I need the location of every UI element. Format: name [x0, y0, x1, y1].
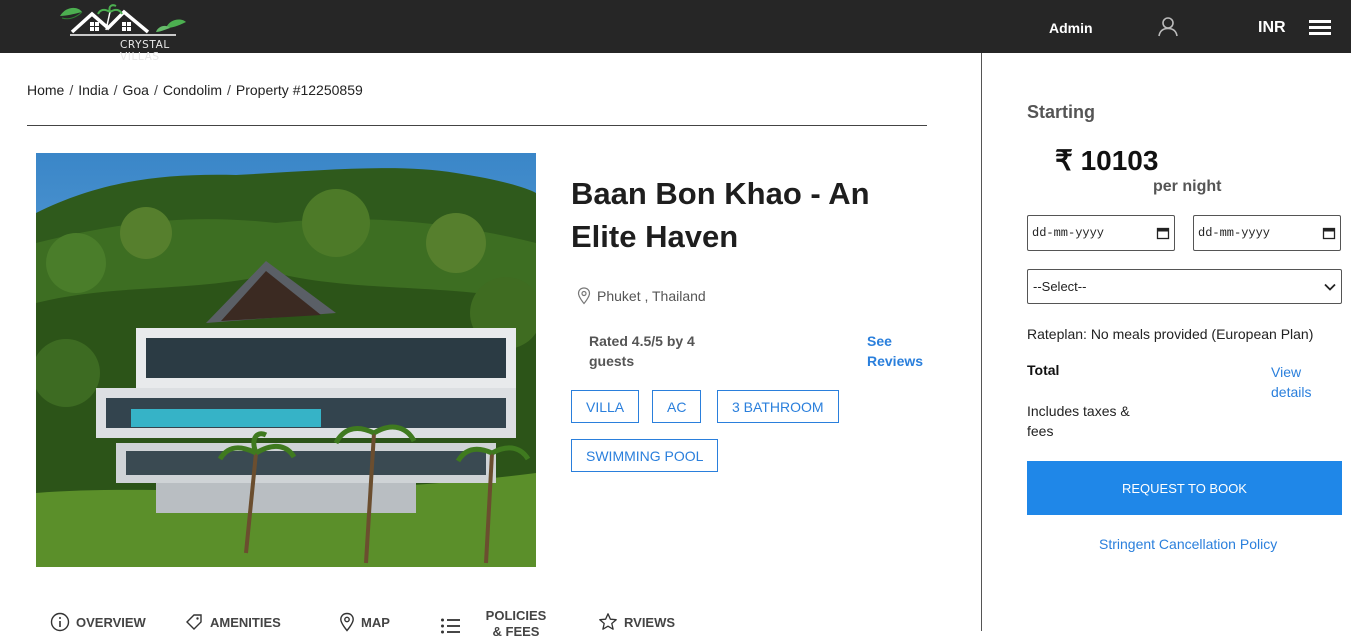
tab-label: MAP	[361, 614, 390, 630]
map-pin-icon	[577, 287, 591, 305]
breadcrumb-property: Property #12250859	[235, 82, 363, 98]
starting-label: Starting	[1027, 102, 1096, 122]
breadcrumb-state[interactable]: Goa	[123, 82, 149, 98]
tag-icon	[186, 614, 202, 630]
logo-text: CRYSTAL VILLAS	[120, 39, 170, 63]
admin-link[interactable]: Admin	[1049, 20, 1093, 36]
logo[interactable]: CRYSTAL VILLAS	[58, 2, 190, 63]
see-reviews-link[interactable]: See Reviews	[867, 331, 927, 371]
list-icon	[441, 618, 460, 634]
divider	[27, 125, 927, 126]
tag-ac: AC	[652, 390, 702, 423]
calendar-icon[interactable]	[1322, 226, 1336, 240]
sidebar-divider	[981, 53, 982, 631]
total-label: Total	[1027, 362, 1060, 378]
tab-amenities[interactable]: AMENITIES	[184, 612, 281, 632]
currency-selector[interactable]: INR	[1258, 19, 1286, 37]
breadcrumb-city[interactable]: Condolim	[163, 82, 222, 98]
star-icon	[599, 613, 617, 630]
breadcrumb-country[interactable]: India	[78, 82, 108, 98]
property-photo[interactable]	[36, 153, 536, 567]
cancellation-policy-link[interactable]: Stringent Cancellation Policy	[1099, 536, 1277, 552]
breadcrumb-separator: /	[113, 82, 118, 98]
rateplan-text: Rateplan: No meals provided (European Pl…	[1027, 326, 1314, 342]
top-header: CRYSTAL VILLAS Admin INR	[0, 0, 1351, 63]
tab-label: AMENITIES	[210, 614, 281, 630]
tab-policies[interactable]: POLICIES & FEES	[440, 608, 552, 640]
hamburger-menu-icon[interactable]	[1309, 20, 1331, 36]
tag-villa: VILLA	[571, 390, 640, 423]
tab-label: RVIEWS	[624, 614, 676, 630]
breadcrumb-separator: /	[153, 82, 158, 98]
breadcrumb-separator: /	[69, 82, 74, 98]
rating-text: Rated 4.5/5 by 4 guests	[589, 333, 695, 369]
location-text: Phuket , Thailand	[597, 288, 706, 304]
guest-select[interactable]: --Select--	[1027, 269, 1342, 304]
breadcrumb-home[interactable]: Home	[27, 82, 64, 98]
checkout-placeholder: dd-mm-yyyy	[1198, 226, 1271, 240]
chevron-down-icon	[1324, 283, 1336, 291]
request-to-book-button[interactable]: REQUEST TO BOOK	[1027, 461, 1342, 515]
info-icon	[50, 612, 70, 632]
breadcrumb-separator: /	[227, 82, 231, 98]
breadcrumb: Home / India / Goa / Condolim / Property #122508…	[27, 82, 363, 98]
tab-map[interactable]: MAP	[339, 612, 390, 632]
includes-taxes-text: Includes taxes & fees	[1027, 403, 1130, 439]
price-value: ₹ 10103	[1055, 145, 1159, 176]
tag-swimming-pool: SWIMMING POOL	[571, 439, 719, 472]
tag-bathroom: 3 BATHROOM	[717, 390, 839, 423]
tab-label: OVERVIEW	[76, 614, 146, 630]
tab-overview[interactable]: OVERVIEW	[50, 612, 146, 632]
property-location: Phuket , Thailand	[577, 287, 706, 305]
checkout-date-input[interactable]: dd-mm-yyyy	[1193, 215, 1341, 251]
calendar-icon[interactable]	[1156, 226, 1170, 240]
select-value: --Select--	[1033, 279, 1087, 294]
tab-reviews[interactable]: RVIEWS	[598, 612, 675, 632]
tab-label: POLICIES & FEES	[485, 608, 547, 639]
per-night-label: per night	[1153, 178, 1222, 195]
user-icon[interactable]	[1156, 15, 1180, 39]
checkin-date-input[interactable]: dd-mm-yyyy	[1027, 215, 1175, 251]
map-pin-icon	[340, 612, 354, 632]
view-details-link[interactable]: View details	[1271, 362, 1331, 402]
property-title: Baan Bon Khao - An Elite Haven	[571, 176, 870, 254]
checkin-placeholder: dd-mm-yyyy	[1032, 226, 1105, 240]
